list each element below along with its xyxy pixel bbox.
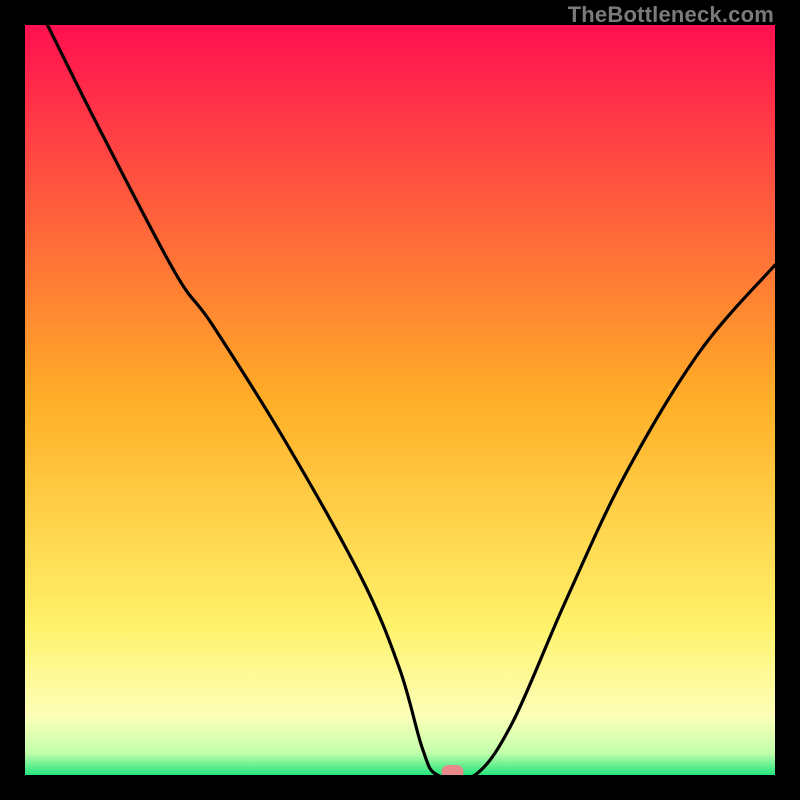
- watermark-text: TheBottleneck.com: [568, 2, 774, 28]
- minimum-marker: [442, 765, 464, 775]
- chart-frame: TheBottleneck.com: [0, 0, 800, 800]
- chart-background: [25, 25, 775, 775]
- chart-plot: [25, 25, 775, 775]
